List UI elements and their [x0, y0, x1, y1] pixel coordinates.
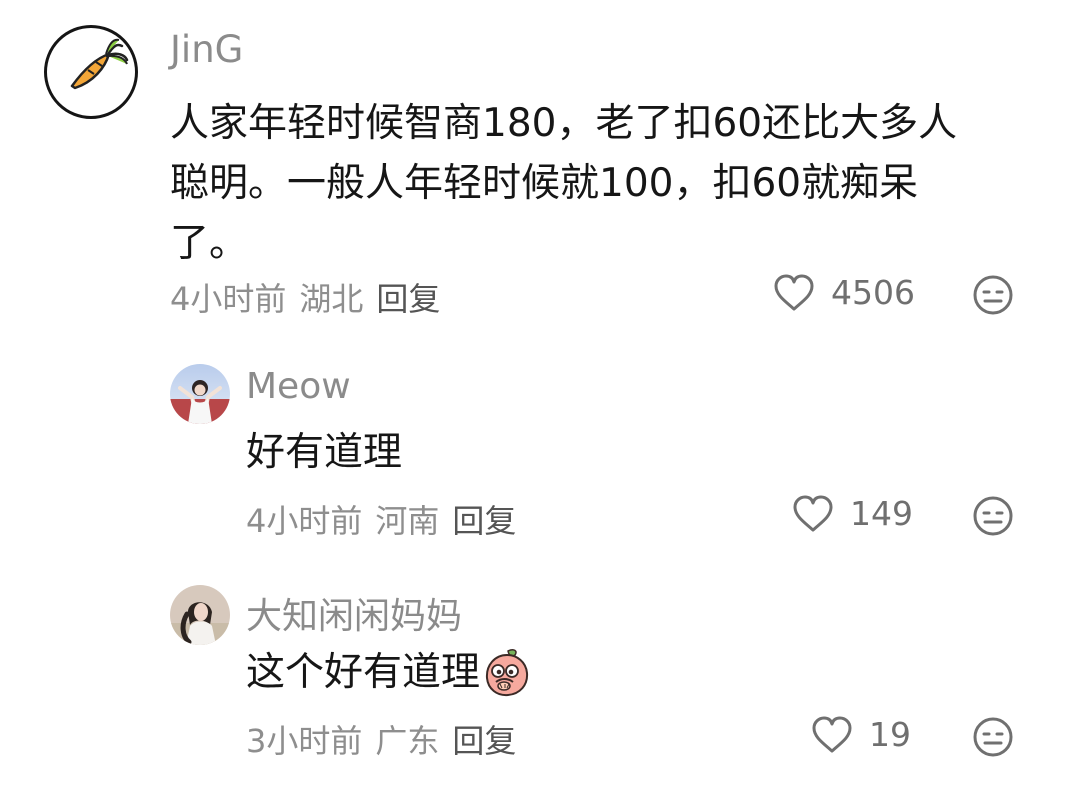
comment-location: 河南 — [375, 502, 440, 540]
like-button[interactable]: 4506 — [773, 273, 915, 312]
heart-icon — [793, 495, 833, 531]
heart-icon — [812, 716, 852, 752]
heart-icon — [774, 274, 814, 310]
like-button[interactable]: 149 — [792, 494, 913, 533]
emoji-face-icon — [973, 717, 1013, 757]
username[interactable]: JinG — [170, 28, 243, 71]
like-count: 4506 — [831, 273, 915, 312]
user-avatar[interactable] — [170, 364, 230, 424]
user-avatar-photo — [170, 585, 230, 645]
reply-button[interactable]: 回复 — [376, 274, 440, 320]
comment-time: 4小时前 — [170, 280, 287, 318]
comment-location: 湖北 — [299, 280, 364, 318]
dislike-button[interactable] — [972, 495, 1014, 537]
comment-time: 3小时前 — [246, 722, 363, 760]
reply-button[interactable]: 回复 — [452, 716, 516, 762]
user-avatar[interactable] — [170, 585, 230, 645]
user-avatar-photo — [170, 364, 230, 424]
emoji-face-icon — [973, 275, 1013, 315]
comment-text: 人家年轻时候智商180，老了扣60还比大多人聪明。一般人年轻时候就100，扣60… — [170, 101, 958, 266]
dislike-button[interactable] — [972, 716, 1014, 758]
comment-meta: 3小时前 广东 回复 — [246, 716, 516, 762]
comment-meta: 4小时前 湖北 回复 — [170, 274, 440, 320]
like-count: 19 — [869, 715, 911, 754]
reply-button[interactable]: 回复 — [452, 496, 516, 542]
comment-text-row: 这个好有道理 — [246, 646, 533, 700]
peach-sticker-icon — [486, 649, 529, 697]
emoji-face-icon — [973, 496, 1013, 536]
like-count: 149 — [850, 494, 913, 533]
comment-location: 广东 — [375, 722, 440, 760]
username[interactable]: Meow — [246, 366, 351, 407]
username[interactable]: 大知闲闲妈妈 — [246, 587, 462, 639]
comment-text: 好有道理 — [246, 430, 403, 475]
dislike-button[interactable] — [972, 274, 1014, 316]
comment-text: 这个好有道理 — [246, 650, 481, 695]
comment-meta: 4小时前 河南 回复 — [246, 496, 516, 542]
user-avatar[interactable] — [44, 25, 138, 119]
carrot-icon — [70, 38, 129, 90]
like-button[interactable]: 19 — [811, 715, 911, 754]
comment-time: 4小时前 — [246, 502, 363, 540]
